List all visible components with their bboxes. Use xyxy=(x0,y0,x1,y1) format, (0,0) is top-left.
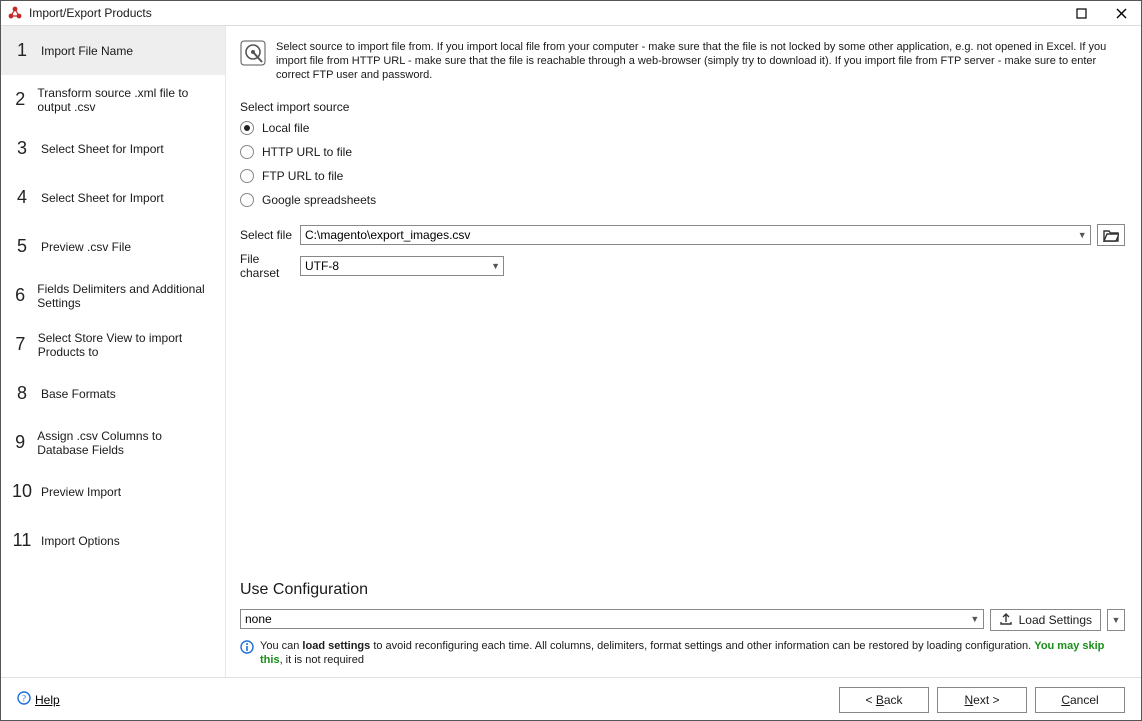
step-label: Select Sheet for Import xyxy=(41,142,164,156)
svg-text:?: ? xyxy=(22,694,26,704)
wizard-step-3[interactable]: 3 Select Sheet for Import xyxy=(1,124,225,173)
hint-text: to avoid reconfiguring each time. All co… xyxy=(370,640,1034,652)
radio-label: Local file xyxy=(262,121,309,135)
step-number: 11 xyxy=(11,530,33,551)
charset-label: File charset xyxy=(240,252,300,280)
configuration-combo[interactable]: ▼ xyxy=(240,609,984,629)
step-label: Select Sheet for Import xyxy=(41,191,164,205)
close-button[interactable] xyxy=(1101,1,1141,25)
source-radio-group: Local file HTTP URL to file FTP URL to f… xyxy=(240,118,1125,210)
step-number: 3 xyxy=(11,138,33,159)
step-label: Select Store View to import Products to xyxy=(38,331,215,359)
file-label: Select file xyxy=(240,228,300,242)
file-path-input[interactable] xyxy=(301,226,1074,244)
load-settings-label: Load Settings xyxy=(1019,613,1092,627)
back-button[interactable]: < Back xyxy=(839,687,929,713)
hint-bold: load settings xyxy=(302,640,370,652)
file-path-combo[interactable]: ▼ xyxy=(300,225,1091,245)
step-label: Preview .csv File xyxy=(41,240,131,254)
wizard-step-8[interactable]: 8 Base Formats xyxy=(1,369,225,418)
radio-indicator xyxy=(240,169,254,183)
step-number: 5 xyxy=(11,236,33,257)
configuration-hint: You can load settings to avoid reconfigu… xyxy=(240,639,1125,667)
use-configuration-title: Use Configuration xyxy=(240,581,1125,599)
radio-ftp-url[interactable]: FTP URL to file xyxy=(240,166,1125,186)
radio-local-file[interactable]: Local file xyxy=(240,118,1125,138)
configuration-input[interactable] xyxy=(241,610,967,628)
maximize-button[interactable] xyxy=(1061,1,1101,25)
info-text: Select source to import file from. If yo… xyxy=(276,40,1125,82)
step-number: 4 xyxy=(11,187,33,208)
step-number: 10 xyxy=(11,481,33,502)
load-settings-dropdown[interactable]: ▼ xyxy=(1107,609,1125,631)
radio-label: FTP URL to file xyxy=(262,169,343,183)
upload-icon xyxy=(999,612,1013,629)
step-label: Assign .csv Columns to Database Fields xyxy=(37,429,215,457)
load-settings-button[interactable]: Load Settings xyxy=(990,609,1101,631)
source-label: Select import source xyxy=(240,100,1125,114)
cancel-button[interactable]: Cancel xyxy=(1035,687,1125,713)
radio-indicator xyxy=(240,145,254,159)
disk-icon xyxy=(240,40,266,82)
radio-http-url[interactable]: HTTP URL to file xyxy=(240,142,1125,162)
wizard-step-7[interactable]: 7 Select Store View to import Products t… xyxy=(1,320,225,369)
wizard-step-9[interactable]: 9 Assign .csv Columns to Database Fields xyxy=(1,418,225,467)
info-icon xyxy=(240,640,254,667)
step-label: Fields Delimiters and Additional Setting… xyxy=(37,282,215,310)
chevron-down-icon[interactable]: ▼ xyxy=(488,261,503,271)
wizard-sidebar: 1 Import File Name 2 Transform source .x… xyxy=(1,26,226,677)
step-label: Preview Import xyxy=(41,485,121,499)
step-number: 6 xyxy=(11,285,29,306)
step-number: 2 xyxy=(11,89,29,110)
step-label: Base Formats xyxy=(41,387,116,401)
step-number: 1 xyxy=(11,40,33,61)
chevron-down-icon[interactable]: ▼ xyxy=(1074,230,1090,240)
help-icon: ? xyxy=(17,691,31,708)
chevron-down-icon[interactable]: ▼ xyxy=(967,614,983,624)
help-link[interactable]: ? Help xyxy=(17,691,60,708)
charset-combo[interactable]: ▼ xyxy=(300,256,504,276)
step-number: 8 xyxy=(11,383,33,404)
radio-indicator xyxy=(240,121,254,135)
wizard-step-1[interactable]: 1 Import File Name xyxy=(1,26,225,75)
wizard-step-2[interactable]: 2 Transform source .xml file to output .… xyxy=(1,75,225,124)
app-icon xyxy=(7,5,23,21)
radio-google-spreadsheets[interactable]: Google spreadsheets xyxy=(240,190,1125,210)
wizard-step-4[interactable]: 4 Select Sheet for Import xyxy=(1,173,225,222)
hint-text: You can xyxy=(260,640,302,652)
bottom-bar: ? Help < Back Next > Cancel xyxy=(1,677,1141,721)
step-label: Import Options xyxy=(41,534,120,548)
wizard-step-6[interactable]: 6 Fields Delimiters and Additional Setti… xyxy=(1,271,225,320)
wizard-step-5[interactable]: 5 Preview .csv File xyxy=(1,222,225,271)
title-bar: Import/Export Products xyxy=(1,1,1141,25)
hint-text: , it is not required xyxy=(280,654,364,666)
radio-indicator xyxy=(240,193,254,207)
wizard-step-10[interactable]: 10 Preview Import xyxy=(1,467,225,516)
radio-label: Google spreadsheets xyxy=(262,193,376,207)
wizard-step-11[interactable]: 11 Import Options xyxy=(1,516,225,565)
step-number: 9 xyxy=(11,432,29,453)
help-label: Help xyxy=(35,693,60,707)
radio-label: HTTP URL to file xyxy=(262,145,352,159)
browse-button[interactable] xyxy=(1097,224,1125,246)
window-title: Import/Export Products xyxy=(29,6,152,20)
step-label: Transform source .xml file to output .cs… xyxy=(37,86,215,114)
charset-input[interactable] xyxy=(301,257,488,275)
step-label: Import File Name xyxy=(41,44,133,58)
next-button[interactable]: Next > xyxy=(937,687,1027,713)
step-number: 7 xyxy=(11,334,30,355)
